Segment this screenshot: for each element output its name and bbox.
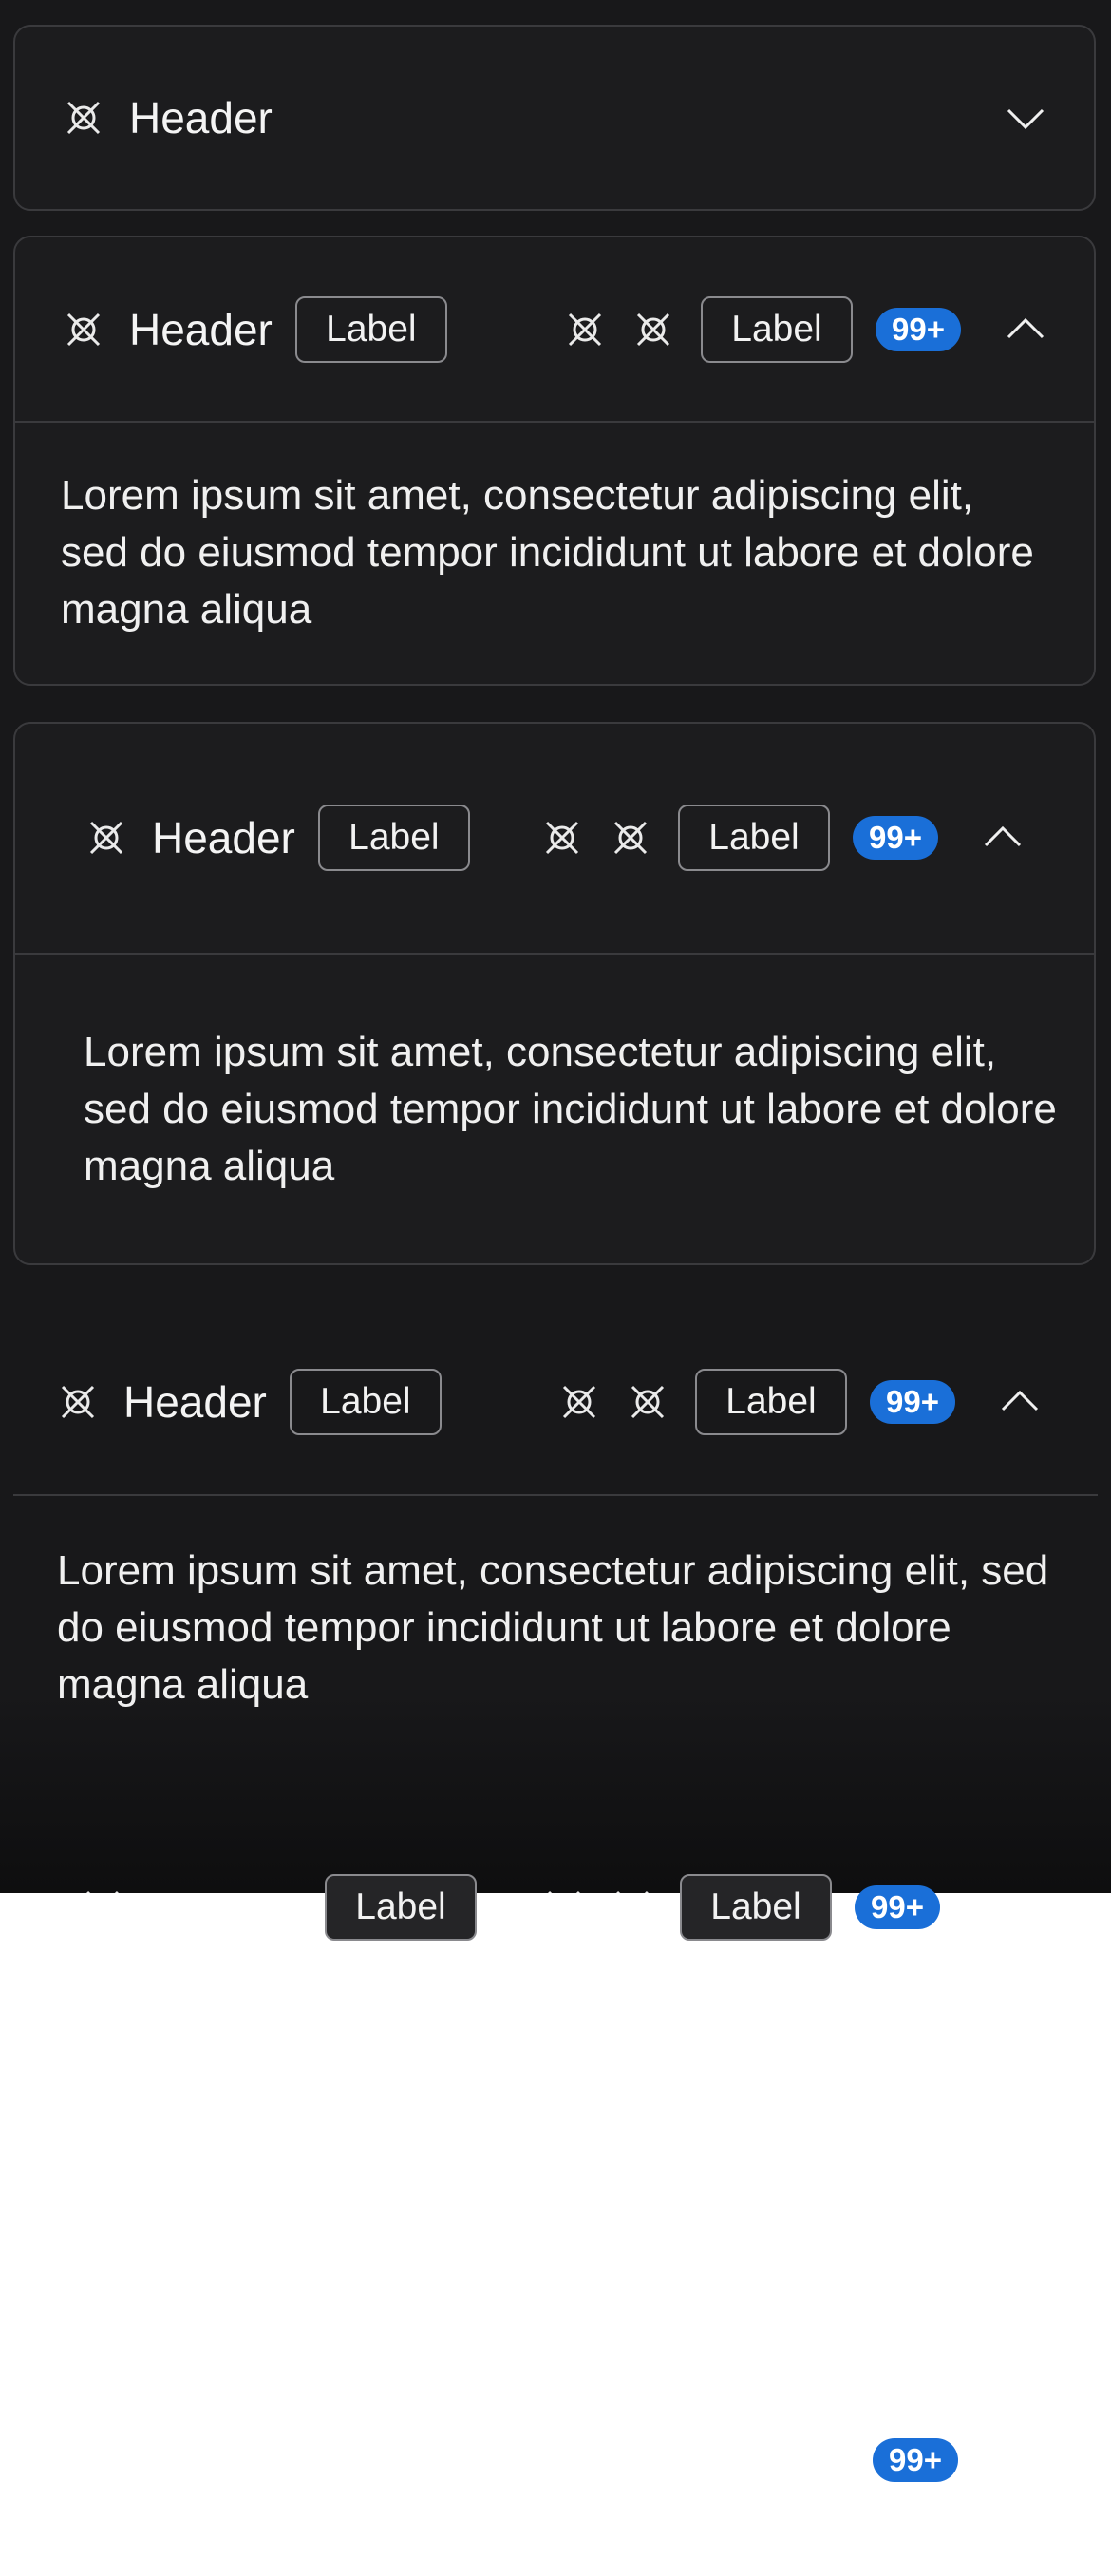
accordion-expanded-padded[interactable]: Header Label Label 99+ Lorem ipsum sit a… (13, 722, 1096, 1265)
right-label-chip: Label (701, 296, 853, 363)
accordion-header-title: Header (129, 305, 273, 354)
header-label-chip: Label (289, 1369, 442, 1435)
chevron-down-icon[interactable] (1005, 97, 1046, 139)
placeholder-icon (82, 1886, 123, 1893)
placeholder-icon[interactable] (564, 309, 606, 350)
accordion-body-text: Lorem ipsum sit amet, consectetur adipis… (84, 1029, 1057, 1189)
placeholder-icon (63, 309, 104, 350)
accordion-body-text: Lorem ipsum sit amet, consectetur adipis… (57, 1547, 1049, 1708)
count-badge: 99+ (873, 2438, 958, 2482)
accordion-flat[interactable]: Header Label Label 99+ Lorem ipsum sit a… (0, 1330, 1111, 1729)
placeholder-icon[interactable] (541, 817, 583, 859)
count-badge: 99+ (855, 1885, 940, 1929)
placeholder-icon (85, 817, 127, 859)
placeholder-icon[interactable] (632, 309, 674, 350)
chevron-up-icon[interactable] (1005, 309, 1046, 350)
right-label-chip: Label (695, 1369, 847, 1435)
header-label-chip: Label (294, 296, 447, 363)
header-label-chip: Label (317, 805, 470, 871)
chevron-up-icon[interactable] (999, 1381, 1041, 1423)
accordion-divider (15, 953, 1094, 955)
chevron-up-icon[interactable] (982, 817, 1024, 859)
count-badge: 99+ (870, 1380, 955, 1424)
accordion-header-title: Header (152, 813, 295, 862)
accordion-body-text: Lorem ipsum sit amet, consectetur adipis… (61, 472, 1034, 633)
placeholder-icon (63, 97, 104, 139)
floating-label-chip: Label (325, 1874, 477, 1941)
placeholder-icon[interactable] (627, 1381, 668, 1423)
count-badge: 99+ (853, 816, 938, 860)
accordion-header-title: Header (129, 93, 273, 142)
right-label-chip: Label (678, 805, 830, 871)
partial-accordion-row: Label Label 99+ (0, 1862, 1111, 1943)
accordion-collapsed[interactable]: Header (13, 25, 1096, 211)
count-badge: 99+ (876, 308, 961, 351)
placeholder-icon (57, 1381, 99, 1423)
placeholder-icon (612, 1886, 653, 1893)
accordion-header-title: Header (123, 1377, 267, 1427)
clipped-header-fragment (0, 1862, 1111, 1893)
placeholder-icon[interactable] (610, 817, 651, 859)
placeholder-icon[interactable] (558, 1381, 600, 1423)
accordion-expanded[interactable]: Header Label Label 99+ Lorem ipsum sit a… (13, 236, 1096, 686)
placeholder-icon (543, 1886, 585, 1893)
accordion-divider (13, 1494, 1098, 1496)
floating-label-chip: Label (680, 1874, 832, 1941)
accordion-divider (15, 421, 1094, 423)
